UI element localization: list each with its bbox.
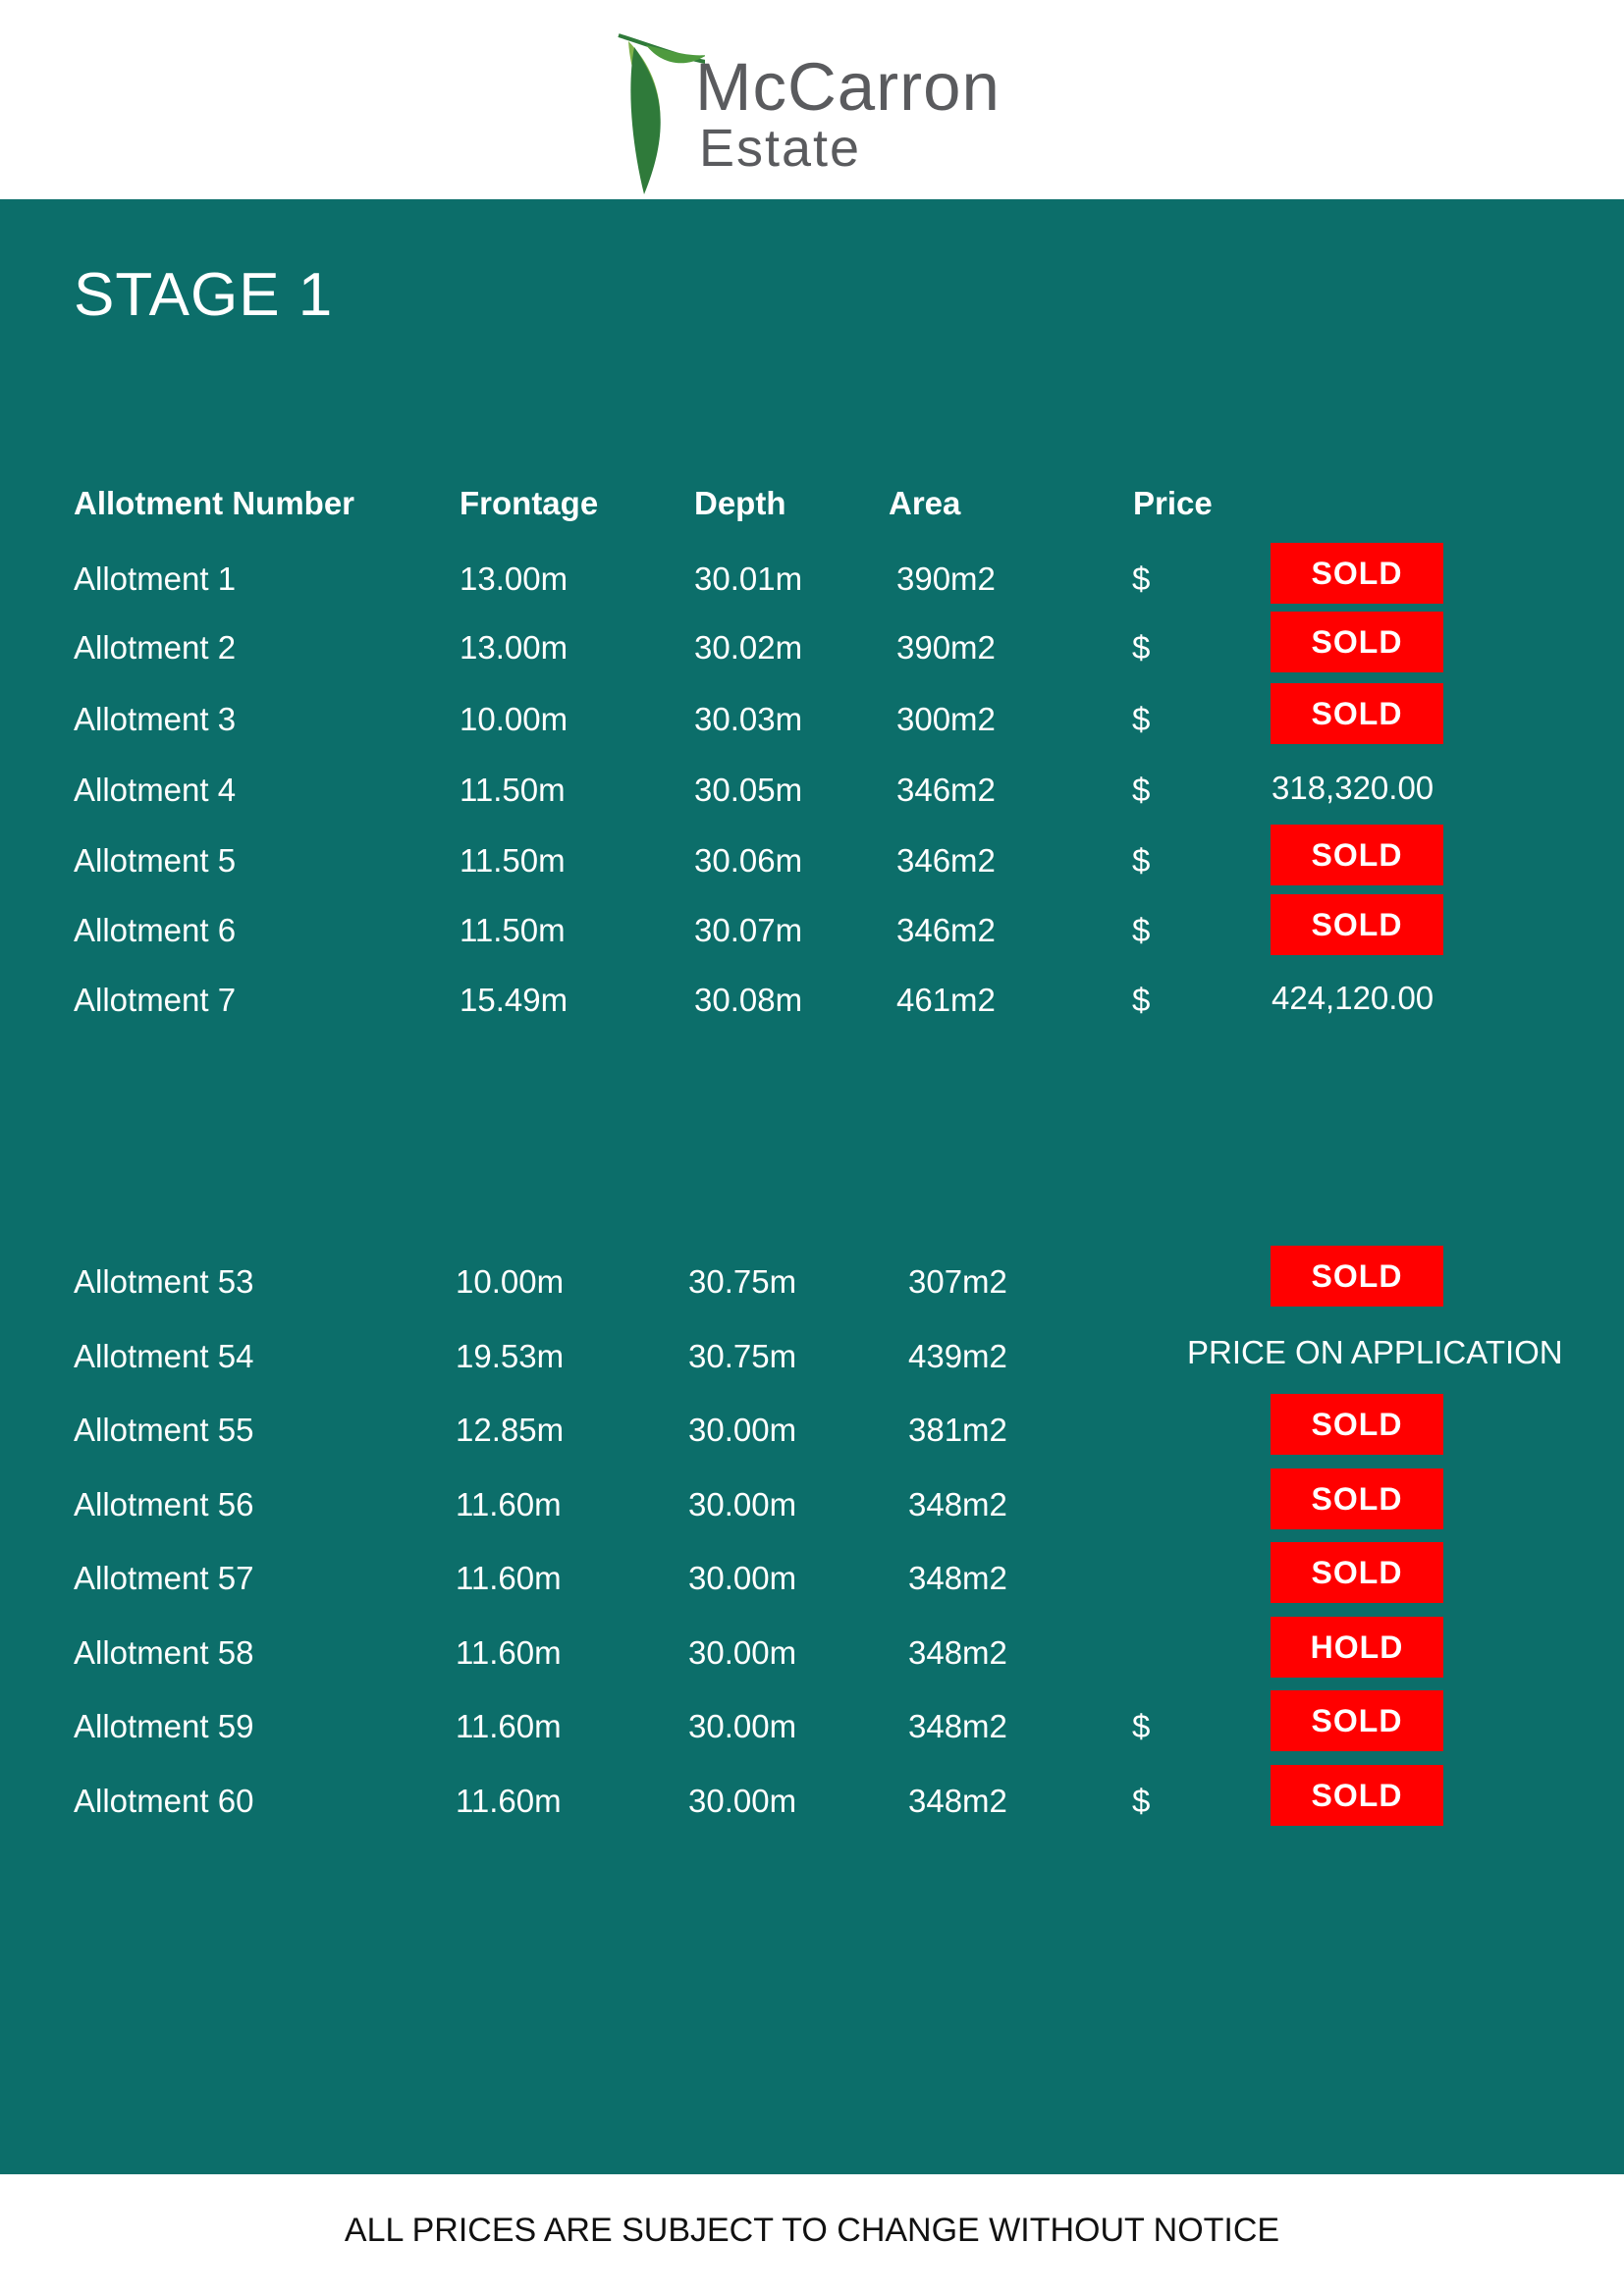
frontage-value: 15.49m <box>460 982 568 1018</box>
depth-value: 30.08m <box>694 982 803 1018</box>
allotment-number: Allotment 60 <box>74 1783 254 1819</box>
depth-value: 30.75m <box>688 1338 797 1374</box>
frontage-value: 11.60m <box>456 1634 562 1671</box>
depth-value: 30.00m <box>688 1412 797 1448</box>
allotment-number: Allotment 59 <box>74 1708 254 1744</box>
depth-value: 30.03m <box>694 701 803 737</box>
brand-subtitle: Estate <box>699 119 862 178</box>
header-price: Price <box>1133 485 1213 521</box>
depth-value: 30.00m <box>688 1486 797 1522</box>
status-badge: SOLD <box>1271 1246 1443 1307</box>
status-badge: SOLD <box>1271 1690 1443 1751</box>
currency-symbol: $ <box>1132 701 1151 737</box>
frontage-value: 11.50m <box>460 772 566 808</box>
header-area: Area <box>889 485 961 521</box>
area-value: 439m2 <box>908 1338 1007 1374</box>
allotment-number: Allotment 7 <box>74 982 237 1018</box>
footer: ALL PRICES ARE SUBJECT TO CHANGE WITHOUT… <box>0 2174 1624 2296</box>
area-value: 307m2 <box>908 1263 1007 1300</box>
allotment-number: Allotment 1 <box>74 561 237 597</box>
frontage-value: 11.60m <box>456 1560 562 1596</box>
frontage-value: 13.00m <box>460 561 568 597</box>
area-value: 348m2 <box>908 1486 1007 1522</box>
frontage-value: 11.60m <box>456 1783 562 1819</box>
area-value: 348m2 <box>908 1634 1007 1671</box>
header-depth: Depth <box>694 485 786 521</box>
frontage-value: 11.50m <box>460 842 566 879</box>
currency-symbol: $ <box>1132 982 1151 1018</box>
depth-value: 30.75m <box>688 1263 797 1300</box>
allotment-number: Allotment 58 <box>74 1634 254 1671</box>
allotment-panel: STAGE 1 Allotment Number Frontage Depth … <box>0 199 1624 2174</box>
frontage-value: 11.50m <box>460 912 566 948</box>
brand-name: McCarron <box>695 49 1001 125</box>
area-value: 390m2 <box>896 629 996 666</box>
frontage-value: 10.00m <box>460 701 568 737</box>
frontage-value: 12.85m <box>456 1412 565 1448</box>
leaf-icon <box>618 33 705 194</box>
currency-symbol: $ <box>1132 842 1151 879</box>
status-badge: SOLD <box>1271 543 1443 604</box>
status-badge: SOLD <box>1271 825 1443 885</box>
depth-value: 30.00m <box>688 1783 797 1819</box>
allotment-number: Allotment 54 <box>74 1338 254 1374</box>
currency-symbol: $ <box>1132 912 1151 948</box>
allotment-number: Allotment 4 <box>74 772 237 808</box>
allotment-number: Allotment 3 <box>74 701 237 737</box>
header-frontage: Frontage <box>460 485 599 521</box>
frontage-value: 11.60m <box>456 1486 562 1522</box>
area-value: 346m2 <box>896 842 996 879</box>
status-badge: HOLD <box>1271 1617 1443 1678</box>
header-allotment: Allotment Number <box>74 485 355 521</box>
depth-value: 30.05m <box>694 772 803 808</box>
area-value: 348m2 <box>908 1560 1007 1596</box>
status-badge: SOLD <box>1271 1468 1443 1529</box>
allotment-number: Allotment 5 <box>74 842 237 879</box>
depth-value: 30.07m <box>694 912 803 948</box>
stage-title: STAGE 1 <box>74 261 334 329</box>
status-badge: SOLD <box>1271 612 1443 672</box>
allotment-number: Allotment 56 <box>74 1486 254 1522</box>
allotment-number: Allotment 55 <box>74 1412 254 1448</box>
status-badge: SOLD <box>1271 1394 1443 1455</box>
frontage-value: 10.00m <box>456 1263 565 1300</box>
depth-value: 30.02m <box>694 629 803 666</box>
price-note: PRICE ON APPLICATION <box>1187 1334 1563 1370</box>
frontage-value: 13.00m <box>460 629 568 666</box>
allotment-number: Allotment 53 <box>74 1263 254 1300</box>
status-badge: SOLD <box>1271 683 1443 744</box>
status-badge: SOLD <box>1271 1765 1443 1826</box>
currency-symbol: $ <box>1132 561 1151 597</box>
depth-value: 30.00m <box>688 1634 797 1671</box>
price-value: 318,320.00 <box>1272 770 1435 806</box>
status-badge: SOLD <box>1271 1542 1443 1603</box>
allotment-number: Allotment 6 <box>74 912 237 948</box>
brand-logo: McCarron Estate <box>617 29 1019 196</box>
currency-symbol: $ <box>1132 629 1151 666</box>
currency-symbol: $ <box>1132 1783 1151 1819</box>
currency-symbol: $ <box>1132 1708 1151 1744</box>
depth-value: 30.00m <box>688 1708 797 1744</box>
allotment-number: Allotment 57 <box>74 1560 254 1596</box>
header: McCarron Estate <box>0 0 1624 199</box>
status-badge: SOLD <box>1271 894 1443 955</box>
frontage-value: 19.53m <box>456 1338 565 1374</box>
frontage-value: 11.60m <box>456 1708 562 1744</box>
footer-note: ALL PRICES ARE SUBJECT TO CHANGE WITHOUT… <box>344 2212 1280 2249</box>
area-value: 381m2 <box>908 1412 1007 1448</box>
area-value: 346m2 <box>896 772 996 808</box>
area-value: 300m2 <box>896 701 996 737</box>
allotment-number: Allotment 2 <box>74 629 237 666</box>
depth-value: 30.06m <box>694 842 803 879</box>
area-value: 390m2 <box>896 561 996 597</box>
price-value: 424,120.00 <box>1272 980 1435 1016</box>
area-value: 461m2 <box>896 982 996 1018</box>
area-value: 348m2 <box>908 1783 1007 1819</box>
currency-symbol: $ <box>1132 772 1151 808</box>
area-value: 348m2 <box>908 1708 1007 1744</box>
depth-value: 30.01m <box>694 561 803 597</box>
depth-value: 30.00m <box>688 1560 797 1596</box>
area-value: 346m2 <box>896 912 996 948</box>
